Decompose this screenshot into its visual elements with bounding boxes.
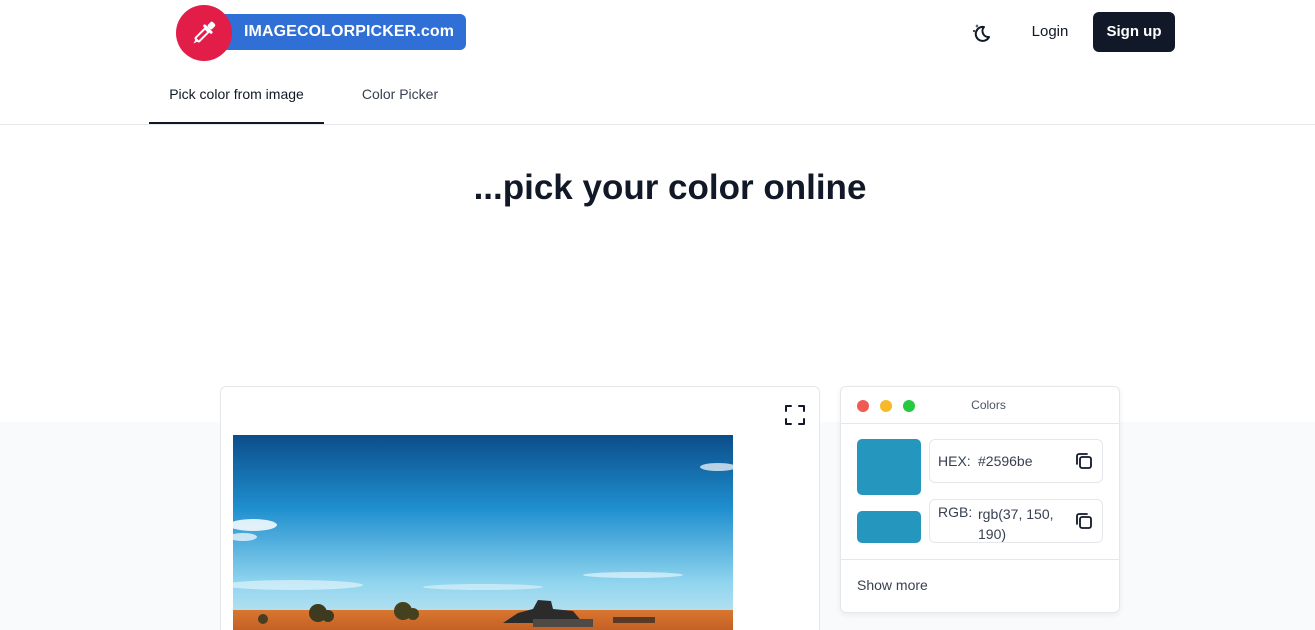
picked-color-swatch [857, 439, 921, 495]
hex-label: HEX: [938, 453, 971, 469]
image-panel [220, 386, 820, 630]
copy-icon [1076, 513, 1092, 529]
logo-text: IMAGECOLORPICKER.com [244, 23, 455, 40]
copy-hex-button[interactable] [1074, 451, 1094, 471]
hex-value[interactable]: #2596be [978, 453, 1033, 469]
rgb-value[interactable]: rgb(37, 150, 190) [978, 504, 1062, 544]
tab-pick-color-from-image[interactable]: Pick color from image [149, 86, 324, 124]
panel-title: Colors [971, 398, 1006, 412]
eyedropper-logo-icon [176, 5, 232, 61]
panel-divider [841, 559, 1119, 560]
show-more-link[interactable]: Show more [857, 577, 928, 593]
colors-panel: Colors HEX: #2596be RGB: rgb(37, 150, 19… [840, 386, 1120, 613]
login-link[interactable]: Login [1018, 14, 1082, 50]
uploaded-image[interactable] [233, 435, 733, 630]
copy-icon [1076, 453, 1092, 469]
tab-color-picker[interactable]: Color Picker [344, 86, 456, 124]
theme-toggle-button[interactable] [968, 20, 994, 46]
hex-field[interactable]: HEX: #2596be [929, 439, 1103, 483]
rgb-label: RGB: [938, 504, 973, 520]
fullscreen-icon [785, 405, 805, 425]
moon-icon [973, 24, 990, 42]
fullscreen-button[interactable] [784, 404, 806, 426]
copy-rgb-button[interactable] [1074, 511, 1094, 531]
picked-color-swatch-small [857, 511, 921, 543]
page-headline: ...pick your color online [473, 168, 867, 207]
panel-titlebar: Colors [841, 387, 1119, 424]
signup-button[interactable]: Sign up [1093, 12, 1175, 52]
rgb-field[interactable]: RGB: rgb(37, 150, 190) [929, 499, 1103, 543]
site-logo[interactable]: IMAGECOLORPICKER.com [176, 5, 466, 61]
page: IMAGECOLORPICKER.com Login Sign up Pick … [0, 0, 1315, 630]
tabs-divider [0, 124, 1315, 125]
